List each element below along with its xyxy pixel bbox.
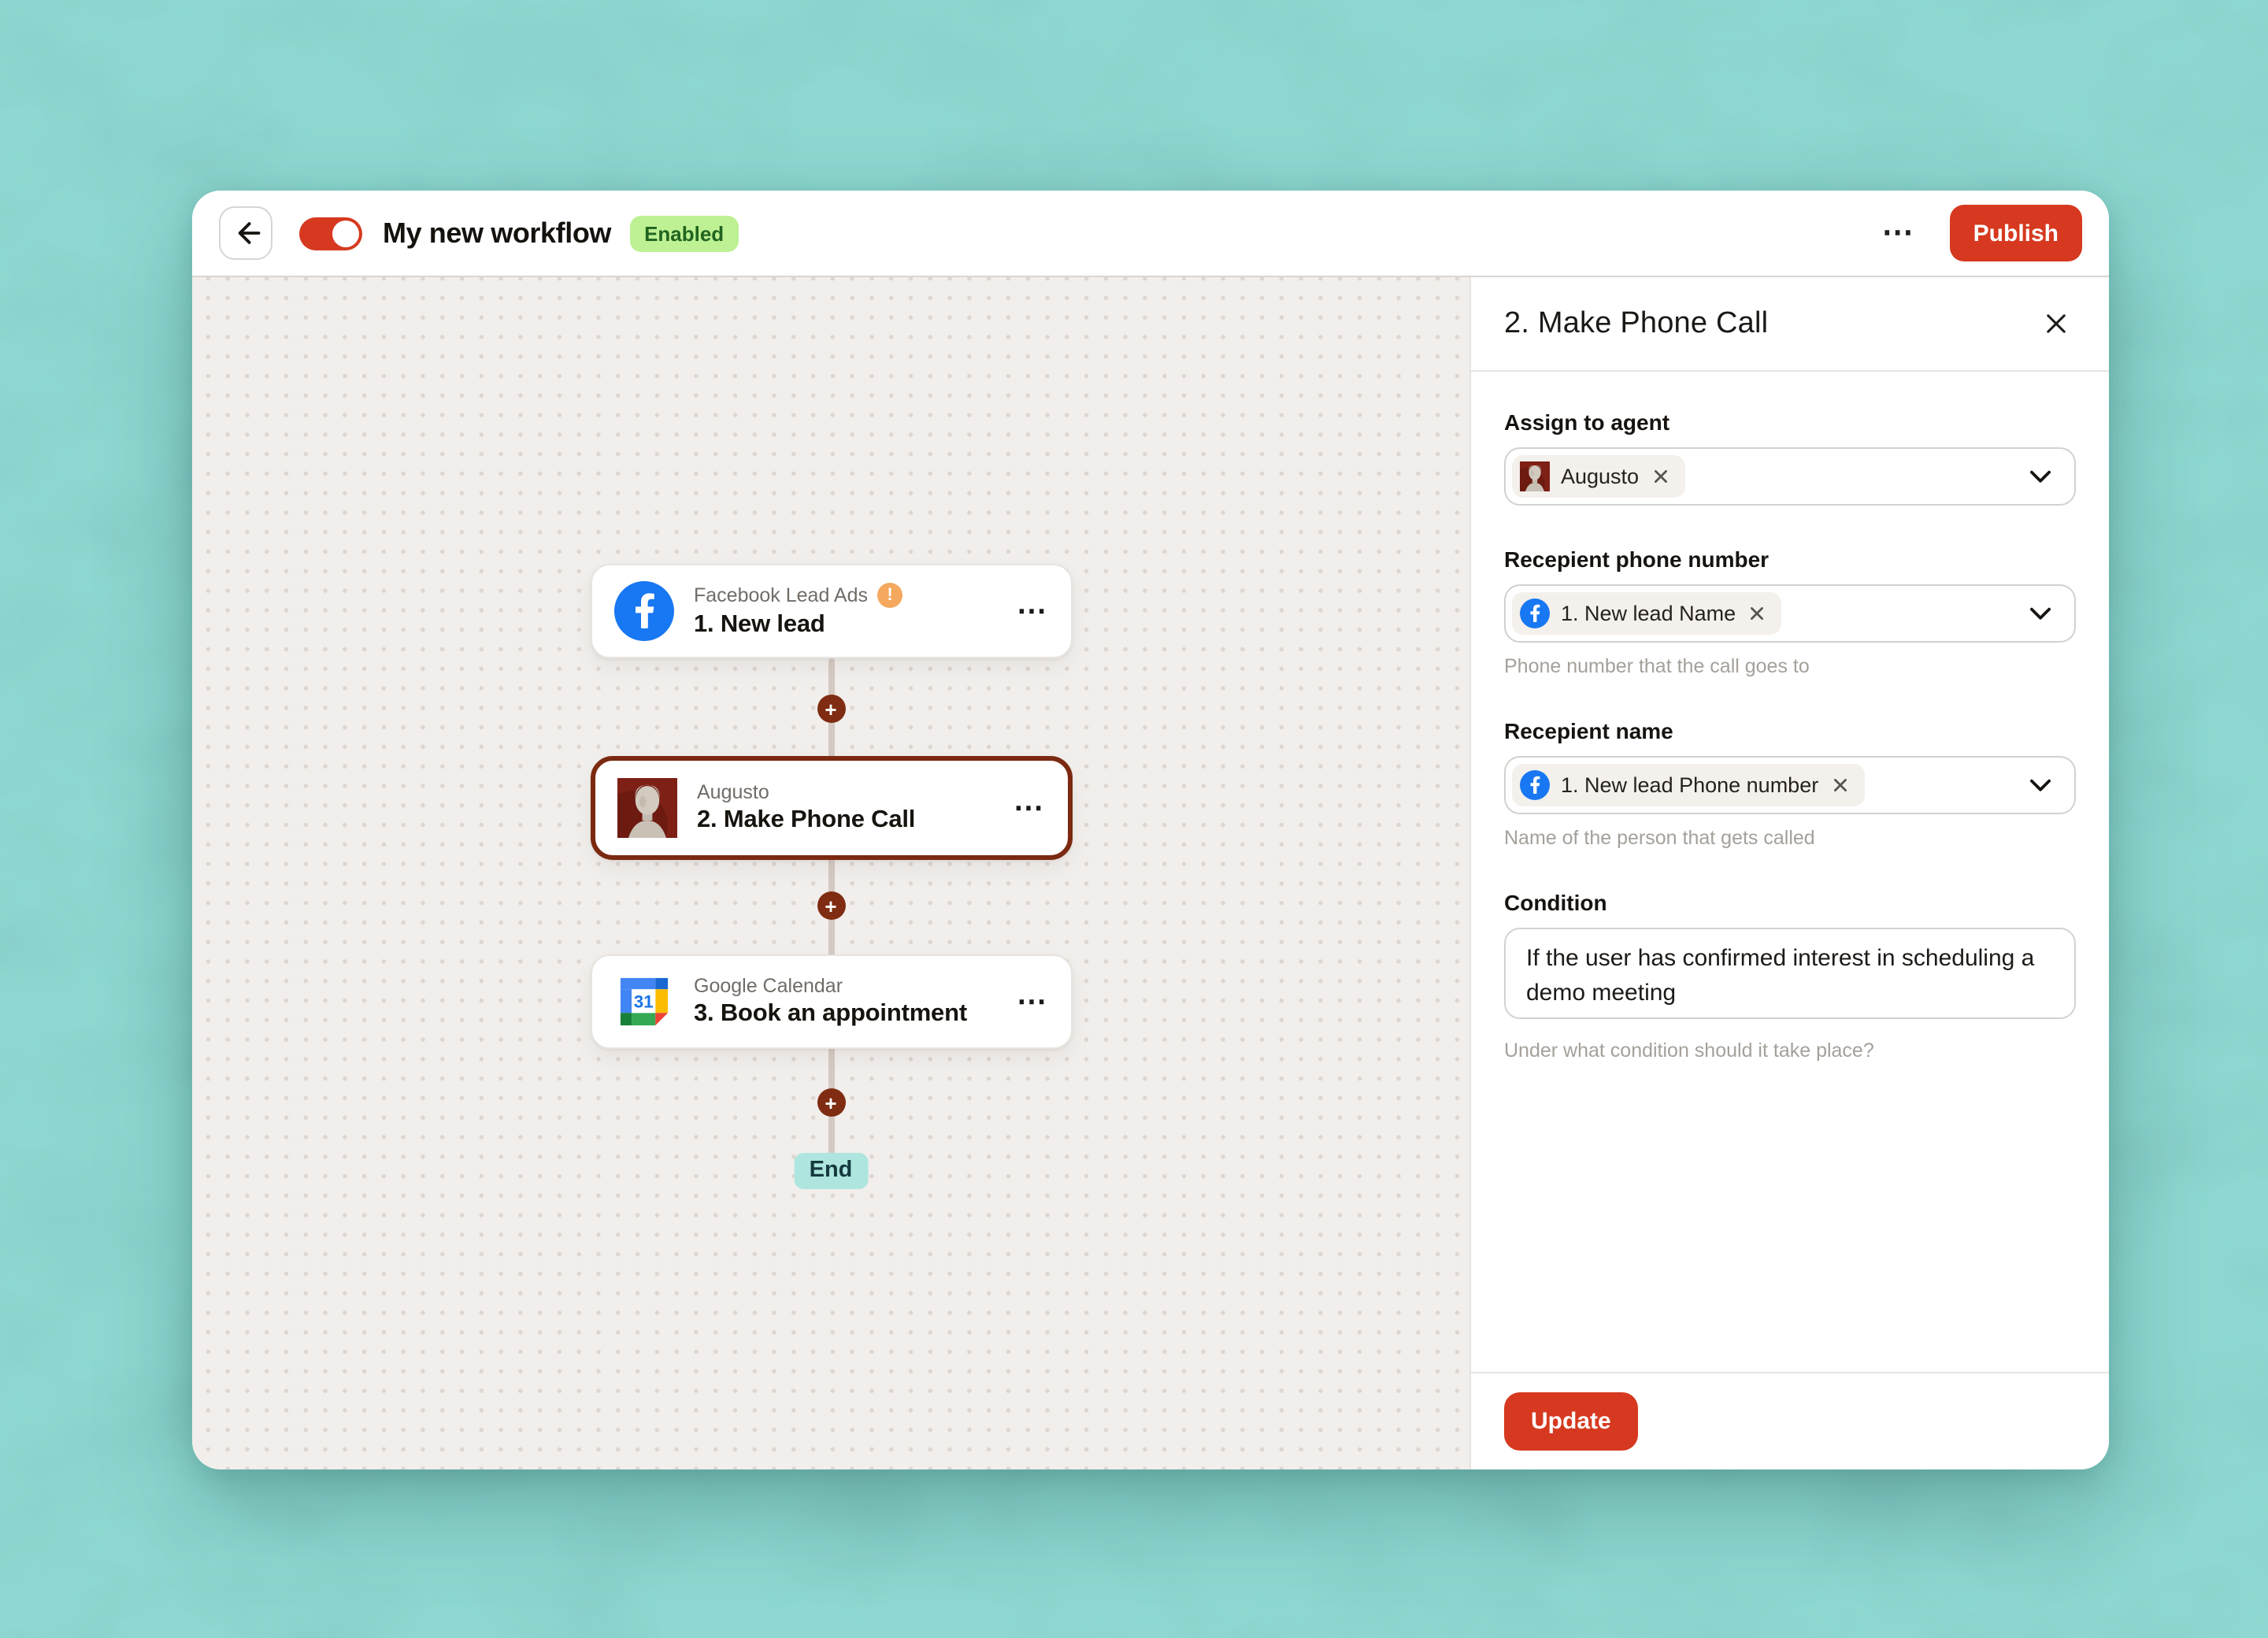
node-service-label: Facebook Lead Ads — [694, 584, 868, 606]
chip-label: Augusto — [1561, 465, 1639, 488]
node-title: 2. Make Phone Call — [697, 806, 915, 835]
publish-button[interactable]: Publish — [1950, 205, 2082, 261]
node-texts: Augusto 2. Make Phone Call — [697, 781, 915, 835]
node-title: 3. Book an appointment — [694, 1000, 967, 1028]
panel-body: Assign to agent Augusto — [1471, 372, 2109, 1372]
chevron-down-icon — [2025, 598, 2055, 628]
variable-chip: 1. New lead Phone number — [1512, 764, 1864, 806]
augusto-avatar — [617, 778, 676, 838]
node-service-label: Google Calendar — [694, 975, 843, 997]
recepient-phone-number-select[interactable]: 1. New lead Name — [1504, 584, 2076, 643]
field-label: Condition — [1504, 890, 2076, 915]
field-recepient-name: Recepient name 1. New lead Phone number — [1504, 718, 2076, 849]
field-helper-text: Under what condition should it take plac… — [1504, 1040, 2076, 1062]
remove-icon[interactable] — [1650, 466, 1670, 487]
desktop-background: My new workflow Enabled ⋯ Publish Facebo… — [0, 0, 2268, 1638]
facebook-icon — [613, 581, 673, 641]
google-calendar-icon — [613, 972, 673, 1032]
chevron-down-icon — [2025, 461, 2055, 491]
update-button[interactable]: Update — [1504, 1392, 1638, 1451]
workflow-node-book-appointment[interactable]: Google Calendar 3. Book an appointment ⋯ — [590, 954, 1072, 1049]
add-step-button[interactable]: + — [817, 891, 845, 920]
node-texts: Google Calendar 3. Book an appointment — [694, 975, 967, 1028]
panel-footer: Update — [1471, 1372, 2109, 1469]
variable-chip: 1. New lead Name — [1512, 592, 1781, 635]
field-condition: Condition If the user has confirmed inte… — [1504, 890, 2076, 1062]
warning-icon: ! — [877, 583, 902, 608]
node-service-label: Augusto — [697, 781, 769, 803]
field-helper-text: Phone number that the call goes to — [1504, 655, 2076, 677]
remove-icon[interactable] — [1829, 775, 1850, 795]
add-step-button[interactable]: + — [817, 1088, 845, 1117]
toggle-knob — [332, 220, 359, 246]
close-icon — [2043, 310, 2070, 337]
node-menu-icon[interactable]: ⋯ — [1017, 984, 1048, 1020]
main-content: Facebook Lead Ads ! 1. New lead ⋯ + — [192, 277, 2109, 1469]
status-badge: Enabled — [630, 215, 738, 251]
panel-title: 2. Make Phone Call — [1504, 306, 1768, 341]
field-assign-to-agent: Assign to agent Augusto — [1504, 410, 2076, 506]
workflow-enabled-toggle[interactable] — [299, 217, 362, 250]
chip-label: 1. New lead Phone number — [1561, 773, 1818, 797]
workflow-canvas[interactable]: Facebook Lead Ads ! 1. New lead ⋯ + — [192, 277, 1469, 1469]
node-menu-icon[interactable]: ⋯ — [1017, 593, 1048, 629]
field-helper-text: Name of the person that gets called — [1504, 827, 2076, 849]
back-arrow-icon — [228, 216, 263, 250]
facebook-icon — [1520, 770, 1550, 800]
field-label: Recepient phone number — [1504, 547, 2076, 572]
close-panel-button[interactable] — [2036, 304, 2076, 343]
field-label: Recepient name — [1504, 718, 2076, 743]
field-recepient-phone-number: Recepient phone number 1. New lead Name — [1504, 547, 2076, 677]
chip-label: 1. New lead Name — [1561, 602, 1736, 625]
panel-header: 2. Make Phone Call — [1471, 277, 2109, 372]
node-title: 1. New lead — [694, 611, 902, 639]
chevron-down-icon — [2025, 770, 2055, 800]
remove-icon[interactable] — [1747, 603, 1767, 624]
field-label: Assign to agent — [1504, 410, 2076, 435]
top-bar: My new workflow Enabled ⋯ Publish — [192, 191, 2109, 277]
workflow-node-make-phone-call[interactable]: Augusto 2. Make Phone Call ⋯ — [590, 756, 1072, 860]
add-step-button[interactable]: + — [817, 695, 845, 723]
back-button[interactable] — [219, 206, 272, 260]
augusto-avatar — [1520, 461, 1550, 491]
more-menu-button[interactable]: ⋯ — [1873, 211, 1925, 255]
selected-agent-chip: Augusto — [1512, 455, 1684, 498]
workflow-title: My new workflow — [383, 217, 611, 250]
step-config-panel: 2. Make Phone Call Assign to agent — [1469, 277, 2109, 1469]
facebook-icon — [1520, 598, 1550, 628]
app-window: My new workflow Enabled ⋯ Publish Facebo… — [192, 191, 2109, 1469]
condition-input[interactable]: If the user has confirmed interest in sc… — [1504, 928, 2076, 1019]
end-badge: End — [794, 1153, 869, 1189]
recepient-name-select[interactable]: 1. New lead Phone number — [1504, 756, 2076, 814]
workflow-node-new-lead[interactable]: Facebook Lead Ads ! 1. New lead ⋯ — [590, 564, 1072, 658]
assign-to-agent-select[interactable]: Augusto — [1504, 447, 2076, 506]
node-menu-icon[interactable]: ⋯ — [1014, 790, 1045, 826]
node-texts: Facebook Lead Ads ! 1. New lead — [694, 583, 902, 639]
